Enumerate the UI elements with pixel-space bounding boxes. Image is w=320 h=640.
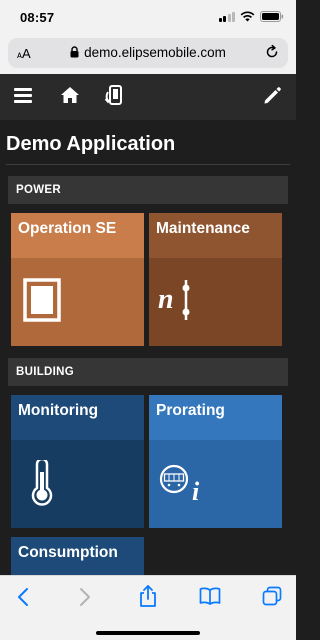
- home-icon[interactable]: [60, 86, 80, 104]
- tile-monitoring[interactable]: Monitoring: [11, 395, 144, 528]
- address-bar[interactable]: ᴀA demo.elipsemobile.com: [8, 38, 288, 68]
- bookmarks-icon[interactable]: [199, 587, 221, 605]
- svg-text:n: n: [158, 284, 174, 315]
- breaker-maintenance-icon: n: [158, 280, 190, 320]
- tile-label: Prorating: [156, 402, 225, 419]
- share-icon[interactable]: [138, 584, 158, 608]
- app-toolbar: [0, 74, 296, 120]
- forward-icon[interactable]: [78, 587, 92, 607]
- main-content: Demo Application POWER Operation SE Main…: [0, 120, 296, 575]
- menu-icon[interactable]: [14, 88, 32, 103]
- tile-label: Maintenance: [156, 220, 250, 237]
- browser-address-area: ᴀA demo.elipsemobile.com: [0, 34, 296, 74]
- lock-icon: [70, 46, 79, 58]
- home-indicator: [96, 631, 200, 635]
- tile-consumption[interactable]: Consumption: [11, 537, 144, 575]
- tile-label: Monitoring: [18, 402, 99, 419]
- status-time: 08:57: [20, 10, 55, 25]
- tabs-icon[interactable]: [262, 586, 282, 606]
- edit-pencil-icon[interactable]: [262, 86, 282, 106]
- section-header-power: POWER: [8, 176, 288, 204]
- section-header-label: BUILDING: [16, 366, 74, 378]
- device-sync-icon[interactable]: [104, 84, 126, 108]
- wifi-icon: [240, 11, 255, 22]
- url-display[interactable]: demo.elipsemobile.com: [8, 45, 288, 60]
- tile-label: Consumption: [18, 544, 118, 561]
- reload-icon[interactable]: [264, 44, 280, 60]
- page-title: Demo Application: [6, 133, 176, 155]
- title-divider: [6, 164, 290, 165]
- battery-icon: [260, 11, 284, 22]
- tile-operation-se[interactable]: Operation SE: [11, 213, 144, 346]
- single-line-diagram-icon: [23, 278, 61, 322]
- status-bar: 08:57: [0, 0, 296, 34]
- meter-info-icon: i: [159, 464, 200, 502]
- section-header-building: BUILDING: [8, 358, 288, 386]
- tile-prorating[interactable]: Prorating i: [149, 395, 282, 528]
- back-icon[interactable]: [16, 587, 30, 607]
- svg-text:i: i: [192, 477, 200, 502]
- status-icons: [218, 11, 285, 22]
- section-header-label: POWER: [16, 184, 61, 196]
- tile-maintenance[interactable]: Maintenance n: [149, 213, 282, 346]
- cellular-signal-icon: [218, 11, 235, 22]
- browser-bottom-toolbar: [0, 575, 296, 640]
- thermometer-icon: [31, 460, 53, 506]
- url-text: demo.elipsemobile.com: [84, 45, 226, 60]
- tile-label: Operation SE: [18, 220, 117, 237]
